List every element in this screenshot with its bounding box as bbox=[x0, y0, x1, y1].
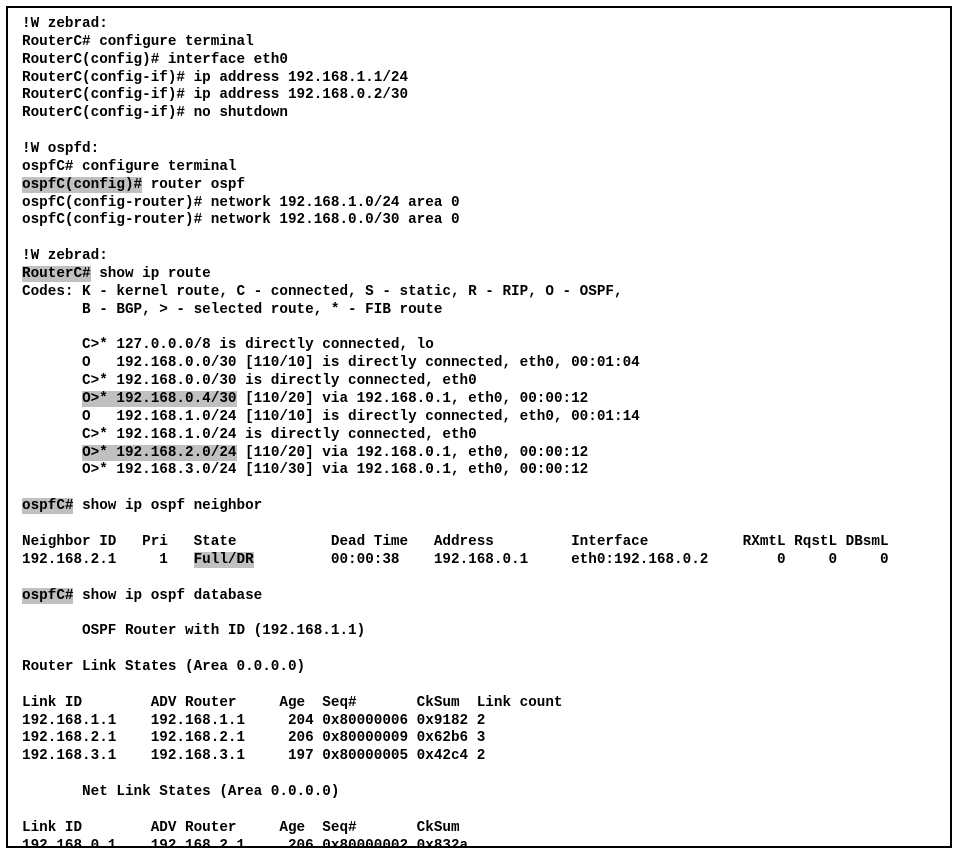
route-line: C>* 192.168.0.0/30 is directly connected… bbox=[22, 373, 477, 389]
cli-cmd: show ip route bbox=[91, 266, 211, 282]
cli-prompt: RouterC# bbox=[22, 266, 91, 282]
route-indent bbox=[22, 391, 82, 407]
route-highlight: O>* 192.168.2.0/24 bbox=[82, 445, 236, 461]
route-indent bbox=[22, 445, 82, 461]
route-line: O 192.168.0.0/30 [110/10] is directly co… bbox=[22, 355, 640, 371]
cli-line: RouterC# configure terminal bbox=[22, 34, 254, 50]
zebrad-banner: !W zebrad: bbox=[22, 16, 108, 32]
route-rest: [110/20] via 192.168.0.1, eth0, 00:00:12 bbox=[237, 391, 589, 407]
cli-line: RouterC(config-if)# ip address 192.168.1… bbox=[22, 70, 408, 86]
lsa-row: 192.168.0.1 192.168.2.1 206 0x80000002 0… bbox=[22, 838, 468, 848]
neighbor-header: Neighbor ID Pri State Dead Time Address … bbox=[22, 534, 889, 550]
neighbor-state: Full/DR bbox=[194, 552, 254, 568]
cli-prompt: ospfC# bbox=[22, 498, 73, 514]
lsa-row: 192.168.2.1 192.168.2.1 206 0x80000009 0… bbox=[22, 730, 485, 746]
cli-cmd: show ip ospf database bbox=[73, 588, 262, 604]
ospfd-banner: !W ospfd: bbox=[22, 141, 99, 157]
cli-cmd: show ip ospf neighbor bbox=[73, 498, 262, 514]
terminal-output: !W zebrad: RouterC# configure terminal R… bbox=[6, 6, 952, 848]
ospf-router-id: OSPF Router with ID (192.168.1.1) bbox=[22, 623, 365, 639]
lsa-row: 192.168.1.1 192.168.1.1 204 0x80000006 0… bbox=[22, 713, 485, 729]
route-line: O>* 192.168.3.0/24 [110/30] via 192.168.… bbox=[22, 462, 588, 478]
cli-line: RouterC(config)# interface eth0 bbox=[22, 52, 288, 68]
cli-line: ospfC# configure terminal bbox=[22, 159, 237, 175]
route-rest: [110/20] via 192.168.0.1, eth0, 00:00:12 bbox=[237, 445, 589, 461]
route-codes: B - BGP, > - selected route, * - FIB rou… bbox=[22, 302, 442, 318]
cli-prompt: ospfC# bbox=[22, 588, 73, 604]
cli-line: ospfC(config-router)# network 192.168.1.… bbox=[22, 195, 460, 211]
route-line: C>* 192.168.1.0/24 is directly connected… bbox=[22, 427, 477, 443]
route-line: C>* 127.0.0.0/8 is directly connected, l… bbox=[22, 337, 434, 353]
lsa-header: Link ID ADV Router Age Seq# CkSum Link c… bbox=[22, 695, 563, 711]
cli-prompt: ospfC(config)# bbox=[22, 177, 142, 193]
neighbor-row-a: 192.168.2.1 1 bbox=[22, 552, 194, 568]
router-link-states-title: Router Link States (Area 0.0.0.0) bbox=[22, 659, 305, 675]
lsa-header: Link ID ADV Router Age Seq# CkSum bbox=[22, 820, 460, 836]
net-link-states-title: Net Link States (Area 0.0.0.0) bbox=[22, 784, 339, 800]
cli-line: ospfC(config-router)# network 192.168.0.… bbox=[22, 212, 460, 228]
route-line: O 192.168.1.0/24 [110/10] is directly co… bbox=[22, 409, 640, 425]
lsa-row: 192.168.3.1 192.168.3.1 197 0x80000005 0… bbox=[22, 748, 485, 764]
cli-line: RouterC(config-if)# ip address 192.168.0… bbox=[22, 87, 408, 103]
neighbor-row-c: 00:00:38 192.168.0.1 eth0:192.168.0.2 0 … bbox=[254, 552, 889, 568]
route-highlight: O>* 192.168.0.4/30 bbox=[82, 391, 236, 407]
cli-cmd: router ospf bbox=[142, 177, 245, 193]
zebrad-banner: !W zebrad: bbox=[22, 248, 108, 264]
route-codes: Codes: K - kernel route, C - connected, … bbox=[22, 284, 623, 300]
cli-line: RouterC(config-if)# no shutdown bbox=[22, 105, 288, 121]
